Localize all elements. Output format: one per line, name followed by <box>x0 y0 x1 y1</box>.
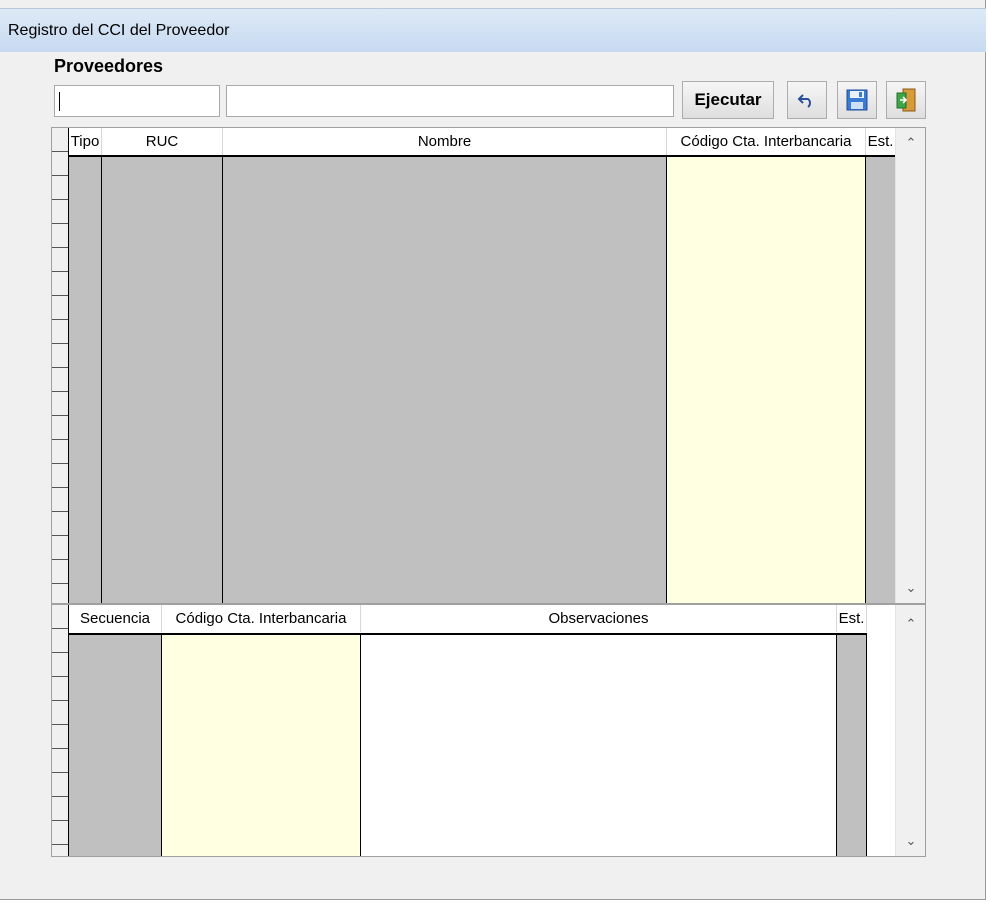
col-header-estado[interactable]: Est. <box>866 128 896 155</box>
col-estado <box>866 157 896 603</box>
accounts-grid[interactable]: Secuencia Código Cta. Interbancaria Obse… <box>51 604 926 857</box>
window-title: Registro del CCI del Proveedor <box>8 22 230 39</box>
scroll-up-icon[interactable]: ⌃ <box>896 130 925 156</box>
col-header-tipo[interactable]: Tipo <box>69 128 102 155</box>
accounts-scrollbar[interactable]: ⌃ ⌄ <box>895 605 925 856</box>
text-caret <box>59 92 60 111</box>
col-secuencia <box>69 635 162 856</box>
col-observaciones[interactable] <box>361 635 837 856</box>
save-icon <box>846 89 868 111</box>
col-header-cci[interactable]: Código Cta. Interbancaria <box>667 128 866 155</box>
col-header-estado[interactable]: Est. <box>837 605 867 632</box>
scroll-down-icon[interactable]: ⌄ <box>896 828 925 854</box>
exit-button[interactable] <box>886 81 926 119</box>
col-ruc <box>102 157 223 603</box>
save-button[interactable] <box>837 81 877 119</box>
proveedores-label: Proveedores <box>54 56 164 76</box>
col-header-observaciones[interactable]: Observaciones <box>361 605 837 632</box>
col-header-ruc[interactable]: RUC <box>102 128 223 155</box>
col-nombre <box>223 157 667 603</box>
scroll-up-icon[interactable]: ⌃ <box>896 611 925 637</box>
undo-icon <box>797 92 817 108</box>
col-estado <box>837 635 867 856</box>
providers-scrollbar[interactable]: ⌃ ⌄ <box>895 128 925 603</box>
provider-code-input[interactable] <box>54 85 220 117</box>
title-bar: Registro del CCI del Proveedor <box>0 8 986 52</box>
undo-button[interactable] <box>787 81 827 119</box>
exit-icon <box>895 88 917 112</box>
row-header-column <box>52 605 69 856</box>
cci-window: Registro del CCI del Proveedor Proveedor… <box>0 0 986 900</box>
col-header-cci[interactable]: Código Cta. Interbancaria <box>162 605 361 632</box>
col-header-nombre[interactable]: Nombre <box>223 128 667 155</box>
col-cci[interactable] <box>667 157 866 603</box>
row-header-column <box>52 128 69 603</box>
scroll-down-icon[interactable]: ⌄ <box>896 575 925 601</box>
col-tipo <box>69 157 102 603</box>
execute-button[interactable]: Ejecutar <box>682 81 774 119</box>
col-cci[interactable] <box>162 635 361 856</box>
provider-name-input[interactable] <box>226 85 674 117</box>
providers-grid[interactable]: Tipo RUC Nombre Código Cta. Interbancari… <box>51 127 926 604</box>
col-header-secuencia[interactable]: Secuencia <box>69 605 162 632</box>
